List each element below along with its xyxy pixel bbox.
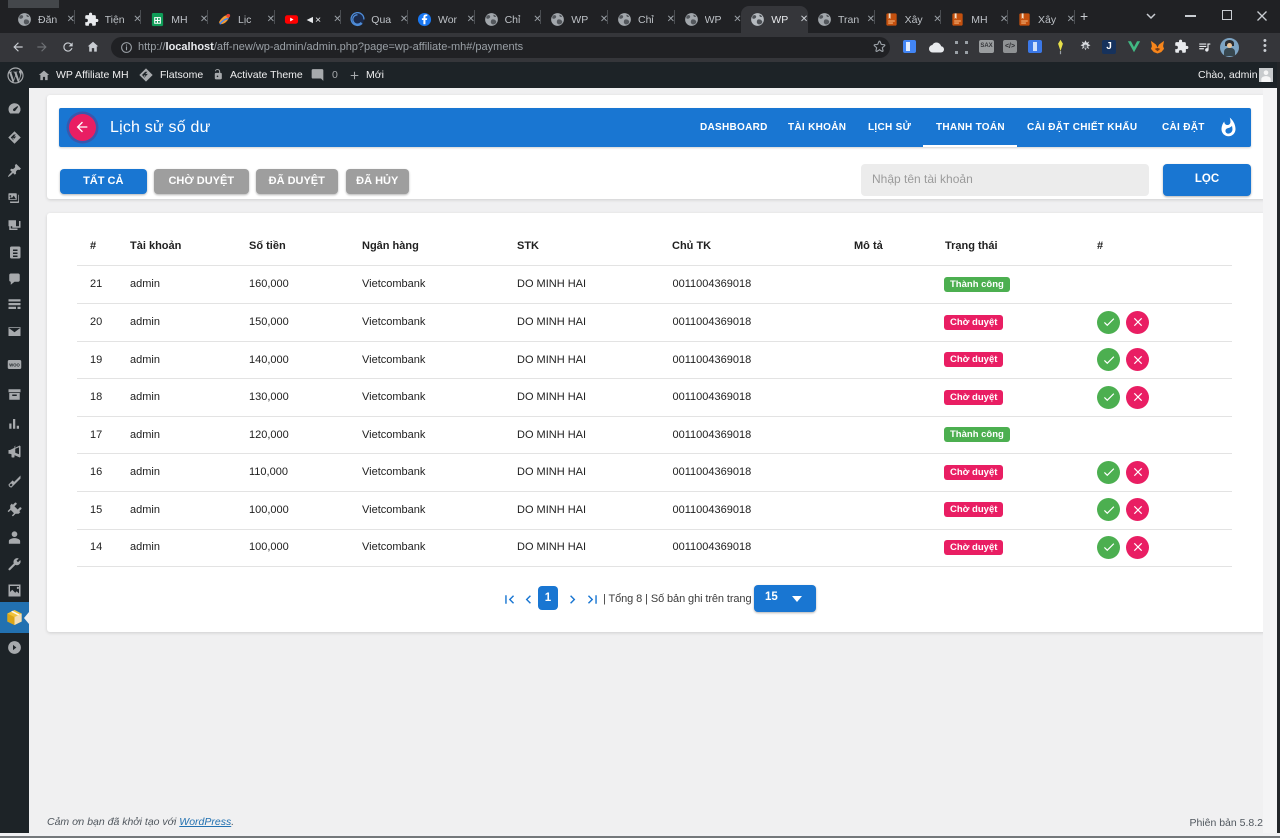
svg-text:WOO: WOO <box>9 362 20 367</box>
